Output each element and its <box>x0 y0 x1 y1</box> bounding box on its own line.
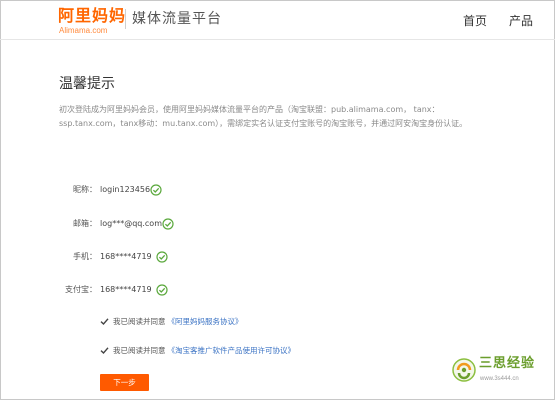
nav-home[interactable]: 首页 <box>463 13 487 29</box>
agree-label: 我已阅读并同意 <box>113 317 166 326</box>
page-frame <box>0 0 555 400</box>
watermark-url: www.3s444.cn <box>480 376 519 382</box>
field-value: log***@qq.com <box>100 219 162 228</box>
platform-title: 媒体流量平台 <box>132 11 222 27</box>
agreement-software: 我已阅读并同意 《淘宝客推广软件产品使用许可协议》 <box>100 345 330 357</box>
logo-text: 阿里妈妈 <box>58 6 127 25</box>
watermark: 三思经验 www.3s444.cn <box>452 354 552 390</box>
watermark-name: 三思经验 <box>479 356 536 371</box>
field-label: 邮箱： <box>73 219 97 228</box>
field-value: login123456 <box>100 185 151 194</box>
field-row-alipay: 支付宝： 168****4719 <box>40 283 240 297</box>
field-row-email: 邮箱： log***@qq.com <box>40 217 240 231</box>
agree-checkbox[interactable] <box>100 317 109 326</box>
verified-check-icon <box>150 184 162 196</box>
field-label: 昵称： <box>73 185 97 194</box>
verified-check-icon <box>156 284 168 296</box>
nav-product[interactable]: 产品 <box>509 13 533 29</box>
field-value: 168****4719 <box>100 285 152 294</box>
logo-domain: Alimama.com <box>59 26 108 35</box>
verified-check-icon <box>162 218 174 230</box>
watermark-logo-icon <box>452 358 476 382</box>
logo-divider <box>125 9 126 29</box>
software-license-link[interactable]: 《淘宝客推广软件产品使用许可协议》 <box>168 346 296 355</box>
page-title: 温馨提示 <box>59 76 115 92</box>
service-agreement-link[interactable]: 《阿里妈妈服务协议》 <box>168 317 243 326</box>
field-row-phone: 手机： 168****4719 <box>40 250 240 264</box>
agree-checkbox[interactable] <box>100 346 109 355</box>
field-label: 支付宝： <box>65 285 97 294</box>
verified-check-icon <box>156 251 168 263</box>
field-value: 168****4719 <box>100 252 152 261</box>
notice-text: 初次登陆成为阿里妈妈会员，使用阿里妈妈媒体流量平台的产品（淘宝联盟：pub.al… <box>59 105 468 128</box>
header: 阿里妈妈 Alimama.com 媒体流量平台 首页 产品 <box>0 0 555 40</box>
field-row-nickname: 昵称： login123456 <box>40 183 240 197</box>
field-label: 手机： <box>73 252 97 261</box>
alimama-logo[interactable]: 阿里妈妈 Alimama.com <box>58 6 127 37</box>
next-button[interactable]: 下一步 <box>100 374 149 391</box>
agreement-service: 我已阅读并同意 《阿里妈妈服务协议》 <box>100 316 300 328</box>
agree-label: 我已阅读并同意 <box>113 346 166 355</box>
